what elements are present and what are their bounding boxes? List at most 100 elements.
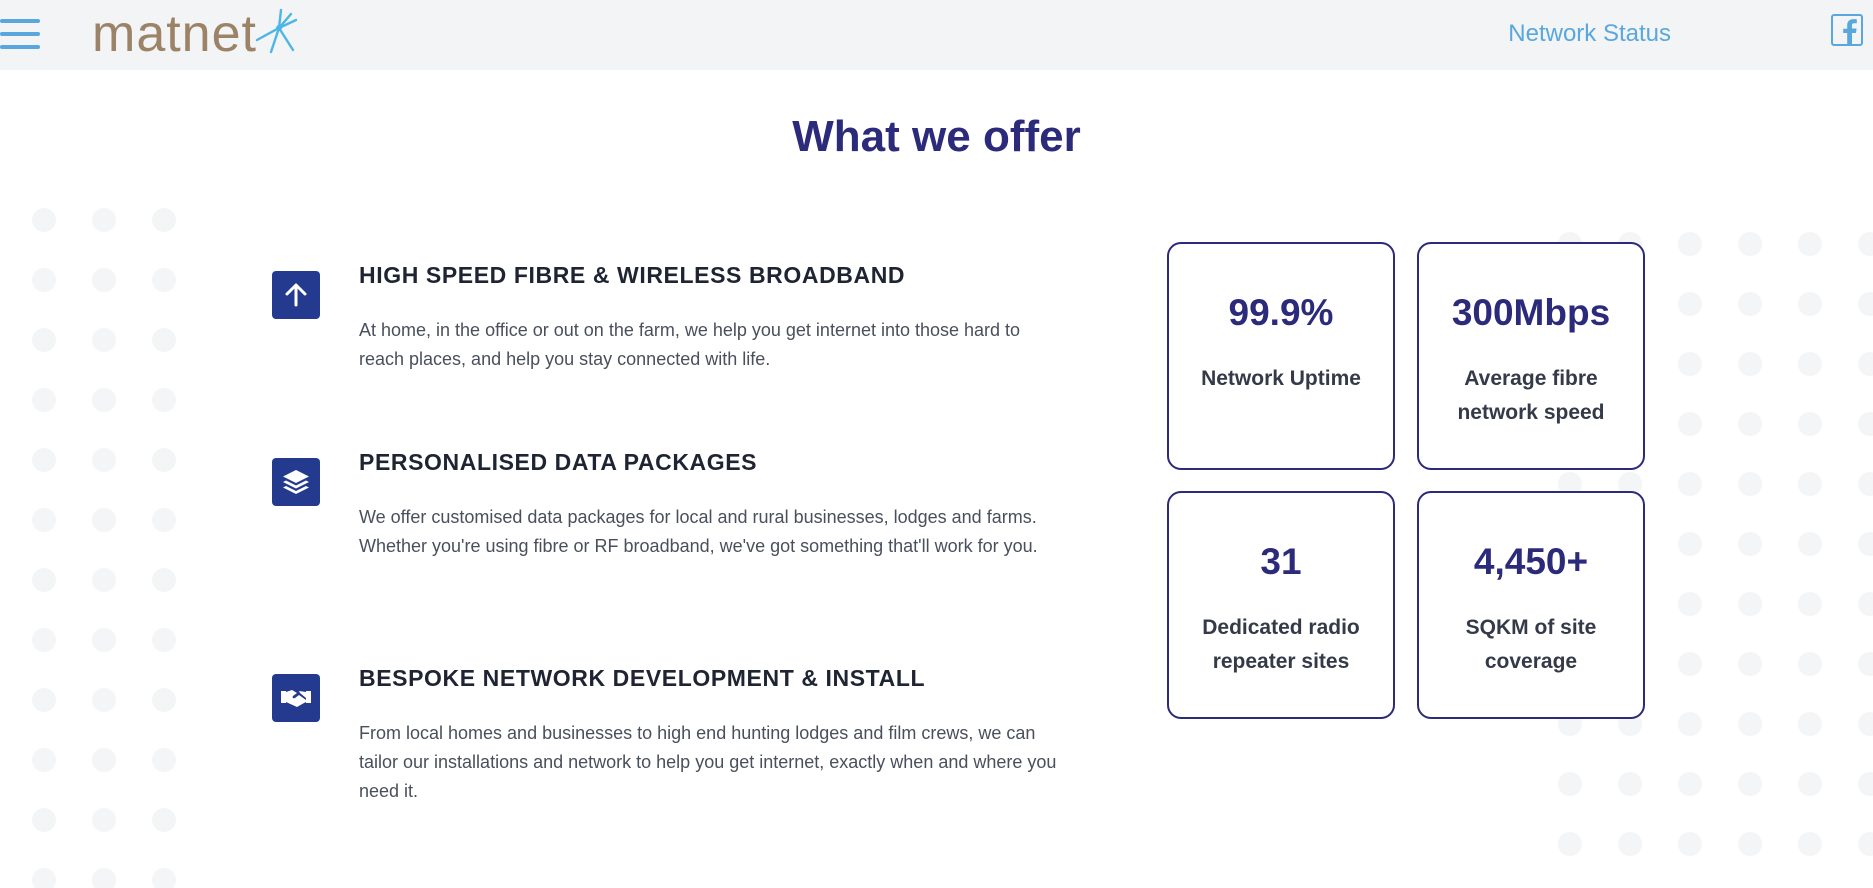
stat-label: SQKM of site coverage [1465,616,1597,673]
feature-description: From local homes and businesses to high … [359,723,1057,801]
decorative-dot [1738,652,1762,676]
decorative-dot [92,268,116,292]
decorative-dot [1558,772,1582,796]
decorative-dot [32,388,56,412]
decorative-dot [32,868,56,888]
decorative-dot [32,448,56,472]
decorative-dot [32,328,56,352]
decorative-dot [1858,712,1873,736]
decorative-dot [92,208,116,232]
decorative-dot [1678,712,1702,736]
decorative-dot [1678,532,1702,556]
network-status-link[interactable]: Network Status [1508,20,1671,48]
decorative-dot [1798,292,1822,316]
decorative-dot [1678,592,1702,616]
decorative-dot [32,268,56,292]
decorative-dot [32,508,56,532]
decorative-dot [92,748,116,772]
stat-label: Average fibre network speed [1457,367,1605,424]
decorative-dot [152,388,176,412]
decorative-dot [1858,292,1873,316]
decorative-dot [152,868,176,888]
decorative-dot [152,688,176,712]
feature-description: We offer customised data packages for lo… [359,507,1038,556]
decorative-dot [152,448,176,472]
stat-label: Dedicated radio repeater sites [1202,616,1360,673]
decorative-dot [32,748,56,772]
stat-card-repeater-sites: 31 Dedicated radio repeater sites [1167,491,1395,719]
decorative-dot [92,388,116,412]
feature-item: PERSONALISED DATA PACKAGES We offer cust… [272,449,1038,599]
decorative-dot [1798,832,1822,856]
handshake-icon [272,674,320,722]
decorative-dot [1858,472,1873,496]
decorative-dot [1738,352,1762,376]
decorative-dot [1798,532,1822,556]
decorative-dot [32,568,56,592]
decorative-dot [92,508,116,532]
stat-card-speed: 300Mbps Average fibre network speed [1417,242,1645,470]
decorative-dot [92,868,116,888]
decorative-dot [1618,832,1642,856]
decorative-dot [1738,472,1762,496]
decorative-dot [92,688,116,712]
decorative-dot [92,328,116,352]
section-title: What we offer [792,112,1081,161]
decorative-dot [1738,832,1762,856]
decorative-dot [32,808,56,832]
decorative-dot [1858,232,1873,256]
feature-title: PERSONALISED DATA PACKAGES [359,449,758,475]
decorative-dot [1858,412,1873,436]
decorative-dot [152,568,176,592]
decorative-dot [152,748,176,772]
decorative-dot [152,808,176,832]
decorative-dot [1798,712,1822,736]
decorative-dot [1798,592,1822,616]
decorative-dot [32,208,56,232]
decorative-dot [1738,292,1762,316]
feature-title: BESPOKE NETWORK DEVELOPMENT & INSTALL [359,665,926,691]
decorative-dot [1798,232,1822,256]
decorative-dot [1678,472,1702,496]
decorative-dot [1798,652,1822,676]
decorative-dot [1798,772,1822,796]
decorative-dot [1858,652,1873,676]
decorative-dot [152,508,176,532]
site-header: matnet Network Status [0,0,1873,70]
decorative-dot [1738,232,1762,256]
stat-label: Network Uptime [1201,367,1361,390]
stat-value: 31 [1260,541,1302,582]
decorative-dot [1858,772,1873,796]
decorative-dot [152,628,176,652]
stat-value: 99.9% [1228,292,1334,333]
stat-card-uptime: 99.9% Network Uptime [1167,242,1395,470]
decorative-dot [1678,772,1702,796]
decorative-dot [92,448,116,472]
decorative-dot [1738,412,1762,436]
feature-title: HIGH SPEED FIBRE & WIRELESS BROADBAND [359,262,906,288]
decorative-dot [1738,532,1762,556]
decorative-dot [1858,352,1873,376]
logo-star-icon [255,8,298,54]
decorative-dot [1738,712,1762,736]
arrow-up-icon [272,271,320,319]
decorative-dot [1618,772,1642,796]
logo-text: matnet [92,5,257,63]
decorative-dot [92,808,116,832]
feature-item: HIGH SPEED FIBRE & WIRELESS BROADBAND At… [272,262,1020,382]
layers-icon [272,458,320,506]
logo[interactable]: matnet [92,4,299,64]
decorative-dot [1798,412,1822,436]
hamburger-menu-icon[interactable] [0,17,42,51]
decorative-dot [152,208,176,232]
facebook-icon[interactable] [1831,14,1863,46]
decorative-dot [92,628,116,652]
stat-value: 300Mbps [1451,292,1611,333]
decorative-dot [1558,832,1582,856]
feature-item: BESPOKE NETWORK DEVELOPMENT & INSTALL Fr… [272,665,1056,815]
decorative-dot [1798,352,1822,376]
decorative-dot [1858,832,1873,856]
decorative-dot [1678,232,1702,256]
decorative-dot [32,688,56,712]
decorative-dots-left [32,208,182,888]
